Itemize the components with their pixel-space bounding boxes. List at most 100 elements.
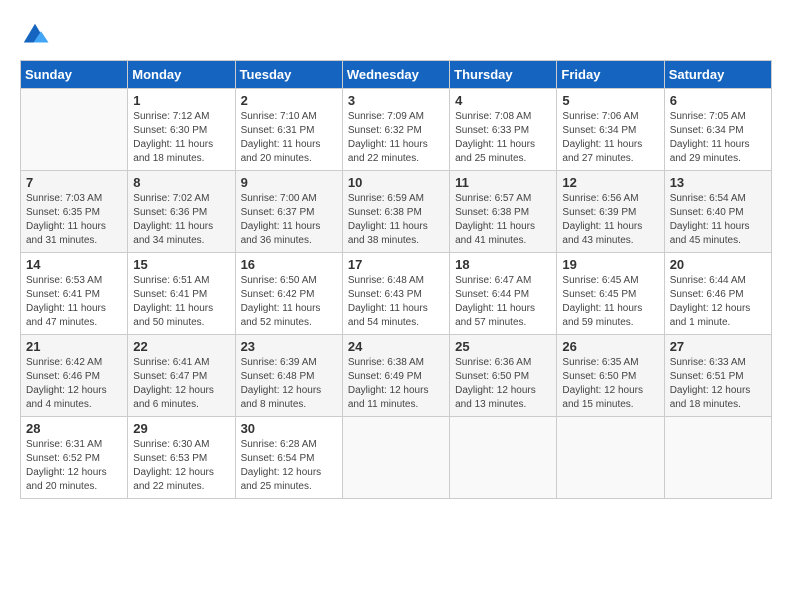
calendar-day-cell [450,417,557,499]
day-info: Sunrise: 6:30 AM Sunset: 6:53 PM Dayligh… [133,438,229,494]
day-number: 5 [562,93,658,108]
calendar-day-cell: 21 Sunrise: 6:42 AM Sunset: 6:46 PM Dayli… [21,335,128,417]
day-number: 10 [348,175,444,190]
calendar-day-cell: 7 Sunrise: 7:03 AM Sunset: 6:35 PM Daylig… [21,171,128,253]
weekday-header: Tuesday [235,61,342,89]
calendar-day-cell: 25 Sunrise: 6:36 AM Sunset: 6:50 PM Dayli… [450,335,557,417]
day-info: Sunrise: 6:31 AM Sunset: 6:52 PM Dayligh… [26,438,122,494]
calendar-day-cell: 13 Sunrise: 6:54 AM Sunset: 6:40 PM Dayli… [664,171,771,253]
day-number: 16 [241,257,337,272]
day-info: Sunrise: 7:12 AM Sunset: 6:30 PM Dayligh… [133,110,229,166]
calendar-day-cell: 23 Sunrise: 6:39 AM Sunset: 6:48 PM Dayli… [235,335,342,417]
day-info: Sunrise: 7:02 AM Sunset: 6:36 PM Dayligh… [133,192,229,248]
day-info: Sunrise: 6:35 AM Sunset: 6:50 PM Dayligh… [562,356,658,412]
calendar-day-cell: 4 Sunrise: 7:08 AM Sunset: 6:33 PM Daylig… [450,89,557,171]
day-info: Sunrise: 7:06 AM Sunset: 6:34 PM Dayligh… [562,110,658,166]
calendar-day-cell: 14Sunrise: 6:53 AM Sunset: 6:41 PM Dayli… [21,253,128,335]
day-number: 4 [455,93,551,108]
calendar-header: SundayMondayTuesdayWednesdayThursdayFrid… [21,61,772,89]
calendar-day-cell [557,417,664,499]
calendar-day-cell: 15 Sunrise: 6:51 AM Sunset: 6:41 PM Dayli… [128,253,235,335]
day-info: Sunrise: 6:51 AM Sunset: 6:41 PM Dayligh… [133,274,229,330]
calendar-day-cell: 6 Sunrise: 7:05 AM Sunset: 6:34 PM Daylig… [664,89,771,171]
day-number: 8 [133,175,229,190]
weekday-header: Thursday [450,61,557,89]
day-number: 15 [133,257,229,272]
calendar-day-cell: 29 Sunrise: 6:30 AM Sunset: 6:53 PM Dayli… [128,417,235,499]
day-info: Sunrise: 6:48 AM Sunset: 6:43 PM Dayligh… [348,274,444,330]
day-info: Sunrise: 6:38 AM Sunset: 6:49 PM Dayligh… [348,356,444,412]
calendar-day-cell: 18Sunrise: 6:47 AM Sunset: 6:44 PM Dayli… [450,253,557,335]
day-info: Sunrise: 6:54 AM Sunset: 6:40 PM Dayligh… [670,192,766,248]
day-number: 2 [241,93,337,108]
calendar-day-cell: 17 Sunrise: 6:48 AM Sunset: 6:43 PM Dayli… [342,253,449,335]
day-info: Sunrise: 6:41 AM Sunset: 6:47 PM Dayligh… [133,356,229,412]
calendar-day-cell: 19Sunrise: 6:45 AM Sunset: 6:45 PM Dayli… [557,253,664,335]
day-number: 19 [562,257,658,272]
day-number: 20 [670,257,766,272]
calendar-day-cell: 3Sunrise: 7:09 AM Sunset: 6:32 PM Daylig… [342,89,449,171]
day-number: 25 [455,339,551,354]
day-info: Sunrise: 6:39 AM Sunset: 6:48 PM Dayligh… [241,356,337,412]
day-info: Sunrise: 7:03 AM Sunset: 6:35 PM Dayligh… [26,192,122,248]
logo [20,20,54,50]
calendar-week-row: 28 Sunrise: 6:31 AM Sunset: 6:52 PM Dayli… [21,417,772,499]
calendar-day-cell: 8 Sunrise: 7:02 AM Sunset: 6:36 PM Daylig… [128,171,235,253]
weekday-header: Saturday [664,61,771,89]
calendar-day-cell: 5 Sunrise: 7:06 AM Sunset: 6:34 PM Daylig… [557,89,664,171]
day-number: 6 [670,93,766,108]
calendar-day-cell: 2 Sunrise: 7:10 AM Sunset: 6:31 PM Daylig… [235,89,342,171]
weekday-header: Friday [557,61,664,89]
day-info: Sunrise: 6:33 AM Sunset: 6:51 PM Dayligh… [670,356,766,412]
weekday-row: SundayMondayTuesdayWednesdayThursdayFrid… [21,61,772,89]
weekday-header: Sunday [21,61,128,89]
day-number: 17 [348,257,444,272]
day-number: 1 [133,93,229,108]
day-number: 14 [26,257,122,272]
day-number: 18 [455,257,551,272]
calendar-day-cell: 12Sunrise: 6:56 AM Sunset: 6:39 PM Dayli… [557,171,664,253]
day-number: 24 [348,339,444,354]
day-info: Sunrise: 7:10 AM Sunset: 6:31 PM Dayligh… [241,110,337,166]
calendar-day-cell: 24 Sunrise: 6:38 AM Sunset: 6:49 PM Dayli… [342,335,449,417]
day-number: 7 [26,175,122,190]
calendar-day-cell: 30 Sunrise: 6:28 AM Sunset: 6:54 PM Dayli… [235,417,342,499]
day-number: 23 [241,339,337,354]
weekday-header: Wednesday [342,61,449,89]
day-number: 30 [241,421,337,436]
day-number: 12 [562,175,658,190]
calendar-week-row: 21 Sunrise: 6:42 AM Sunset: 6:46 PM Dayli… [21,335,772,417]
day-number: 29 [133,421,229,436]
weekday-header: Monday [128,61,235,89]
calendar-body: 1 Sunrise: 7:12 AM Sunset: 6:30 PM Daylig… [21,89,772,499]
day-info: Sunrise: 6:50 AM Sunset: 6:42 PM Dayligh… [241,274,337,330]
calendar-day-cell: 1 Sunrise: 7:12 AM Sunset: 6:30 PM Daylig… [128,89,235,171]
calendar-day-cell: 20 Sunrise: 6:44 AM Sunset: 6:46 PM Dayli… [664,253,771,335]
day-info: Sunrise: 7:09 AM Sunset: 6:32 PM Dayligh… [348,110,444,166]
calendar-week-row: 7 Sunrise: 7:03 AM Sunset: 6:35 PM Daylig… [21,171,772,253]
day-number: 28 [26,421,122,436]
day-info: Sunrise: 7:08 AM Sunset: 6:33 PM Dayligh… [455,110,551,166]
calendar-day-cell: 28 Sunrise: 6:31 AM Sunset: 6:52 PM Dayli… [21,417,128,499]
day-number: 21 [26,339,122,354]
calendar-table: SundayMondayTuesdayWednesdayThursdayFrid… [20,60,772,499]
calendar-week-row: 1 Sunrise: 7:12 AM Sunset: 6:30 PM Daylig… [21,89,772,171]
calendar-day-cell: 27 Sunrise: 6:33 AM Sunset: 6:51 PM Dayli… [664,335,771,417]
calendar-day-cell: 22 Sunrise: 6:41 AM Sunset: 6:47 PM Dayli… [128,335,235,417]
day-info: Sunrise: 6:44 AM Sunset: 6:46 PM Dayligh… [670,274,766,330]
day-info: Sunrise: 6:28 AM Sunset: 6:54 PM Dayligh… [241,438,337,494]
day-info: Sunrise: 6:36 AM Sunset: 6:50 PM Dayligh… [455,356,551,412]
day-number: 26 [562,339,658,354]
calendar-week-row: 14Sunrise: 6:53 AM Sunset: 6:41 PM Dayli… [21,253,772,335]
day-number: 27 [670,339,766,354]
page-header [20,20,772,50]
day-number: 13 [670,175,766,190]
day-info: Sunrise: 6:57 AM Sunset: 6:38 PM Dayligh… [455,192,551,248]
calendar-day-cell: 26 Sunrise: 6:35 AM Sunset: 6:50 PM Dayli… [557,335,664,417]
calendar-day-cell [664,417,771,499]
day-info: Sunrise: 6:42 AM Sunset: 6:46 PM Dayligh… [26,356,122,412]
day-number: 22 [133,339,229,354]
day-number: 11 [455,175,551,190]
calendar-day-cell [21,89,128,171]
day-info: Sunrise: 7:05 AM Sunset: 6:34 PM Dayligh… [670,110,766,166]
